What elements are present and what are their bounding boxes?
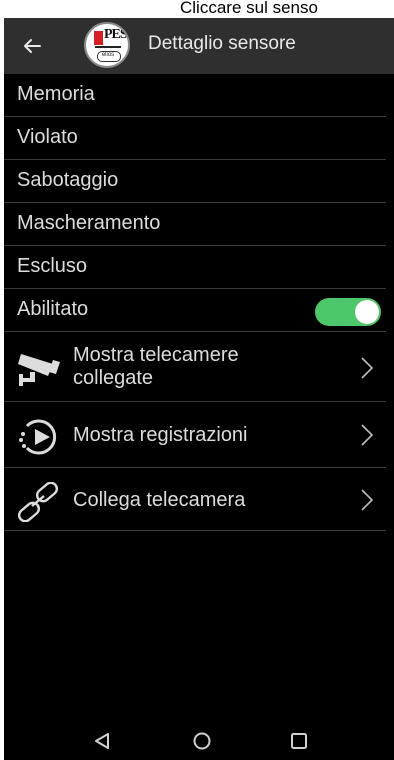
recents-square-icon[interactable] xyxy=(290,732,308,750)
brand-logo: PESS elios xyxy=(84,22,130,68)
link-camera-item[interactable]: Collega telecamera xyxy=(4,468,386,531)
state-row-mascheramento: Mascheramento xyxy=(4,203,386,246)
toggle-knob xyxy=(355,300,379,324)
system-navigation-bar xyxy=(4,722,394,760)
logo-subtext: elios xyxy=(101,52,115,58)
home-circle-icon[interactable] xyxy=(192,731,212,751)
app-bar: PESS elios Dettaglio sensore xyxy=(4,18,394,74)
state-label: Memoria xyxy=(17,83,95,105)
logo-red-mark xyxy=(94,31,103,45)
back-triangle-icon[interactable] xyxy=(93,732,111,750)
phone-screen: PESS elios Dettaglio sensore Memoria Vio… xyxy=(4,18,394,760)
enabled-row: Abilitato xyxy=(4,289,386,332)
state-label: Escluso xyxy=(17,255,88,277)
chevron-right-icon xyxy=(361,357,374,379)
state-label: Mascheramento xyxy=(17,212,161,234)
back-arrow-icon[interactable] xyxy=(20,32,44,60)
logo-text: PESS xyxy=(104,27,128,42)
state-label: Sabotaggio xyxy=(17,169,119,191)
action-label-line2: collegate xyxy=(73,367,154,389)
action-label: Mostra registrazioni xyxy=(73,424,248,446)
caption-text: Cliccare sul senso xyxy=(180,0,318,17)
action-label: Collega telecamera xyxy=(73,489,246,511)
action-label-line1: Mostra telecamere xyxy=(73,344,239,366)
enabled-toggle[interactable] xyxy=(315,298,381,326)
page-title: Dettaglio sensore xyxy=(148,33,296,54)
state-row-sabotaggio: Sabotaggio xyxy=(4,160,386,203)
playback-icon xyxy=(19,419,57,455)
show-recordings-item[interactable]: Mostra registrazioni xyxy=(4,402,386,468)
chevron-right-icon xyxy=(361,489,374,511)
show-linked-cameras-item[interactable]: Mostra telecamere collegate xyxy=(4,332,386,402)
state-label: Violato xyxy=(17,126,78,148)
state-row-memoria: Memoria xyxy=(4,74,386,117)
state-row-violato: Violato xyxy=(4,117,386,160)
link-icon xyxy=(17,482,59,522)
logo-underline xyxy=(95,46,121,48)
chevron-right-icon xyxy=(361,424,374,446)
state-row-escluso: Escluso xyxy=(4,246,386,289)
enabled-label: Abilitato xyxy=(17,298,89,320)
security-camera-icon xyxy=(18,354,60,386)
